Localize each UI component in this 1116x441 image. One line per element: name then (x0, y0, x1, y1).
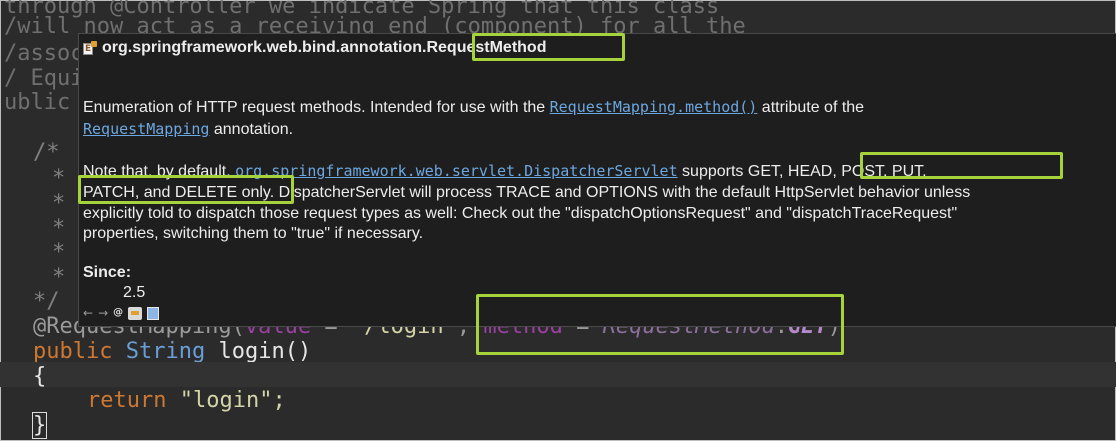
back-arrow-icon[interactable]: ← (83, 305, 93, 321)
open-declaration-icon[interactable] (128, 306, 143, 320)
enum-class-icon: E (83, 41, 97, 55)
note-line: properties, switching them to "true" if … (83, 225, 424, 242)
supported-methods-text: PATCH, and DELETE only. (83, 184, 275, 201)
description-line: RequestMapping annotation. (83, 119, 293, 140)
note-line: explicitly told to dispatch those reques… (83, 205, 958, 222)
text: supports (677, 163, 748, 180)
text: Enumeration of HTTP request methods. Int… (83, 99, 550, 116)
dispatcher-servlet-link[interactable]: org.springframework.web.servlet.Dispatch… (235, 162, 678, 180)
return-type: String (125, 339, 206, 364)
forward-arrow-icon[interactable]: → (98, 305, 108, 321)
open-in-browser-icon[interactable] (147, 306, 160, 320)
return-keyword: return (87, 388, 167, 413)
text: annotation. (209, 121, 294, 138)
description-line: Enumeration of HTTP request methods. Int… (83, 97, 864, 118)
javadoc-hover-popup[interactable]: E org.springframework.web.bind.annotatio… (78, 33, 1116, 327)
attached-javadoc-icon[interactable]: @ (113, 305, 123, 321)
request-mapping-link[interactable]: RequestMapping (83, 120, 209, 138)
text: DispatcherServlet will process TRACE and… (274, 184, 971, 201)
matching-brace: } (31, 412, 48, 439)
note-line: Note that, by default, org.springframewo… (83, 161, 927, 182)
current-line-highlight (0, 362, 1116, 387)
supported-methods-text: GET, HEAD, POST, PUT, (747, 163, 927, 180)
comment-stub: /* (33, 140, 60, 165)
open-brace: { (33, 364, 47, 389)
package-name: org.springframework.web.bind.annotation. (102, 39, 427, 56)
public-keyword: public (33, 339, 113, 364)
popup-toolbar: ← → @ (83, 305, 160, 321)
request-mapping-method-link[interactable]: RequestMapping.method() (550, 98, 758, 116)
since-value: 2.5 (123, 284, 146, 301)
close-brace: } (31, 412, 48, 439)
text: attribute of the (757, 99, 865, 116)
comment-stub: */ (33, 289, 60, 314)
class-name: RequestMethod (426, 39, 547, 56)
text: Note that, by default, (83, 163, 236, 180)
code-comment-line: /assoc (4, 41, 84, 66)
return-statement-line[interactable]: return "login"; (87, 388, 286, 414)
note-line: PATCH, and DELETE only. DispatcherServle… (83, 182, 970, 203)
comment-stub: * (52, 216, 66, 241)
popup-header: E org.springframework.web.bind.annotatio… (83, 37, 546, 59)
comment-stub: * (52, 191, 66, 216)
since-label: Since: (83, 264, 132, 281)
return-string: "login"; (179, 388, 286, 413)
method-name: login() (218, 339, 312, 364)
